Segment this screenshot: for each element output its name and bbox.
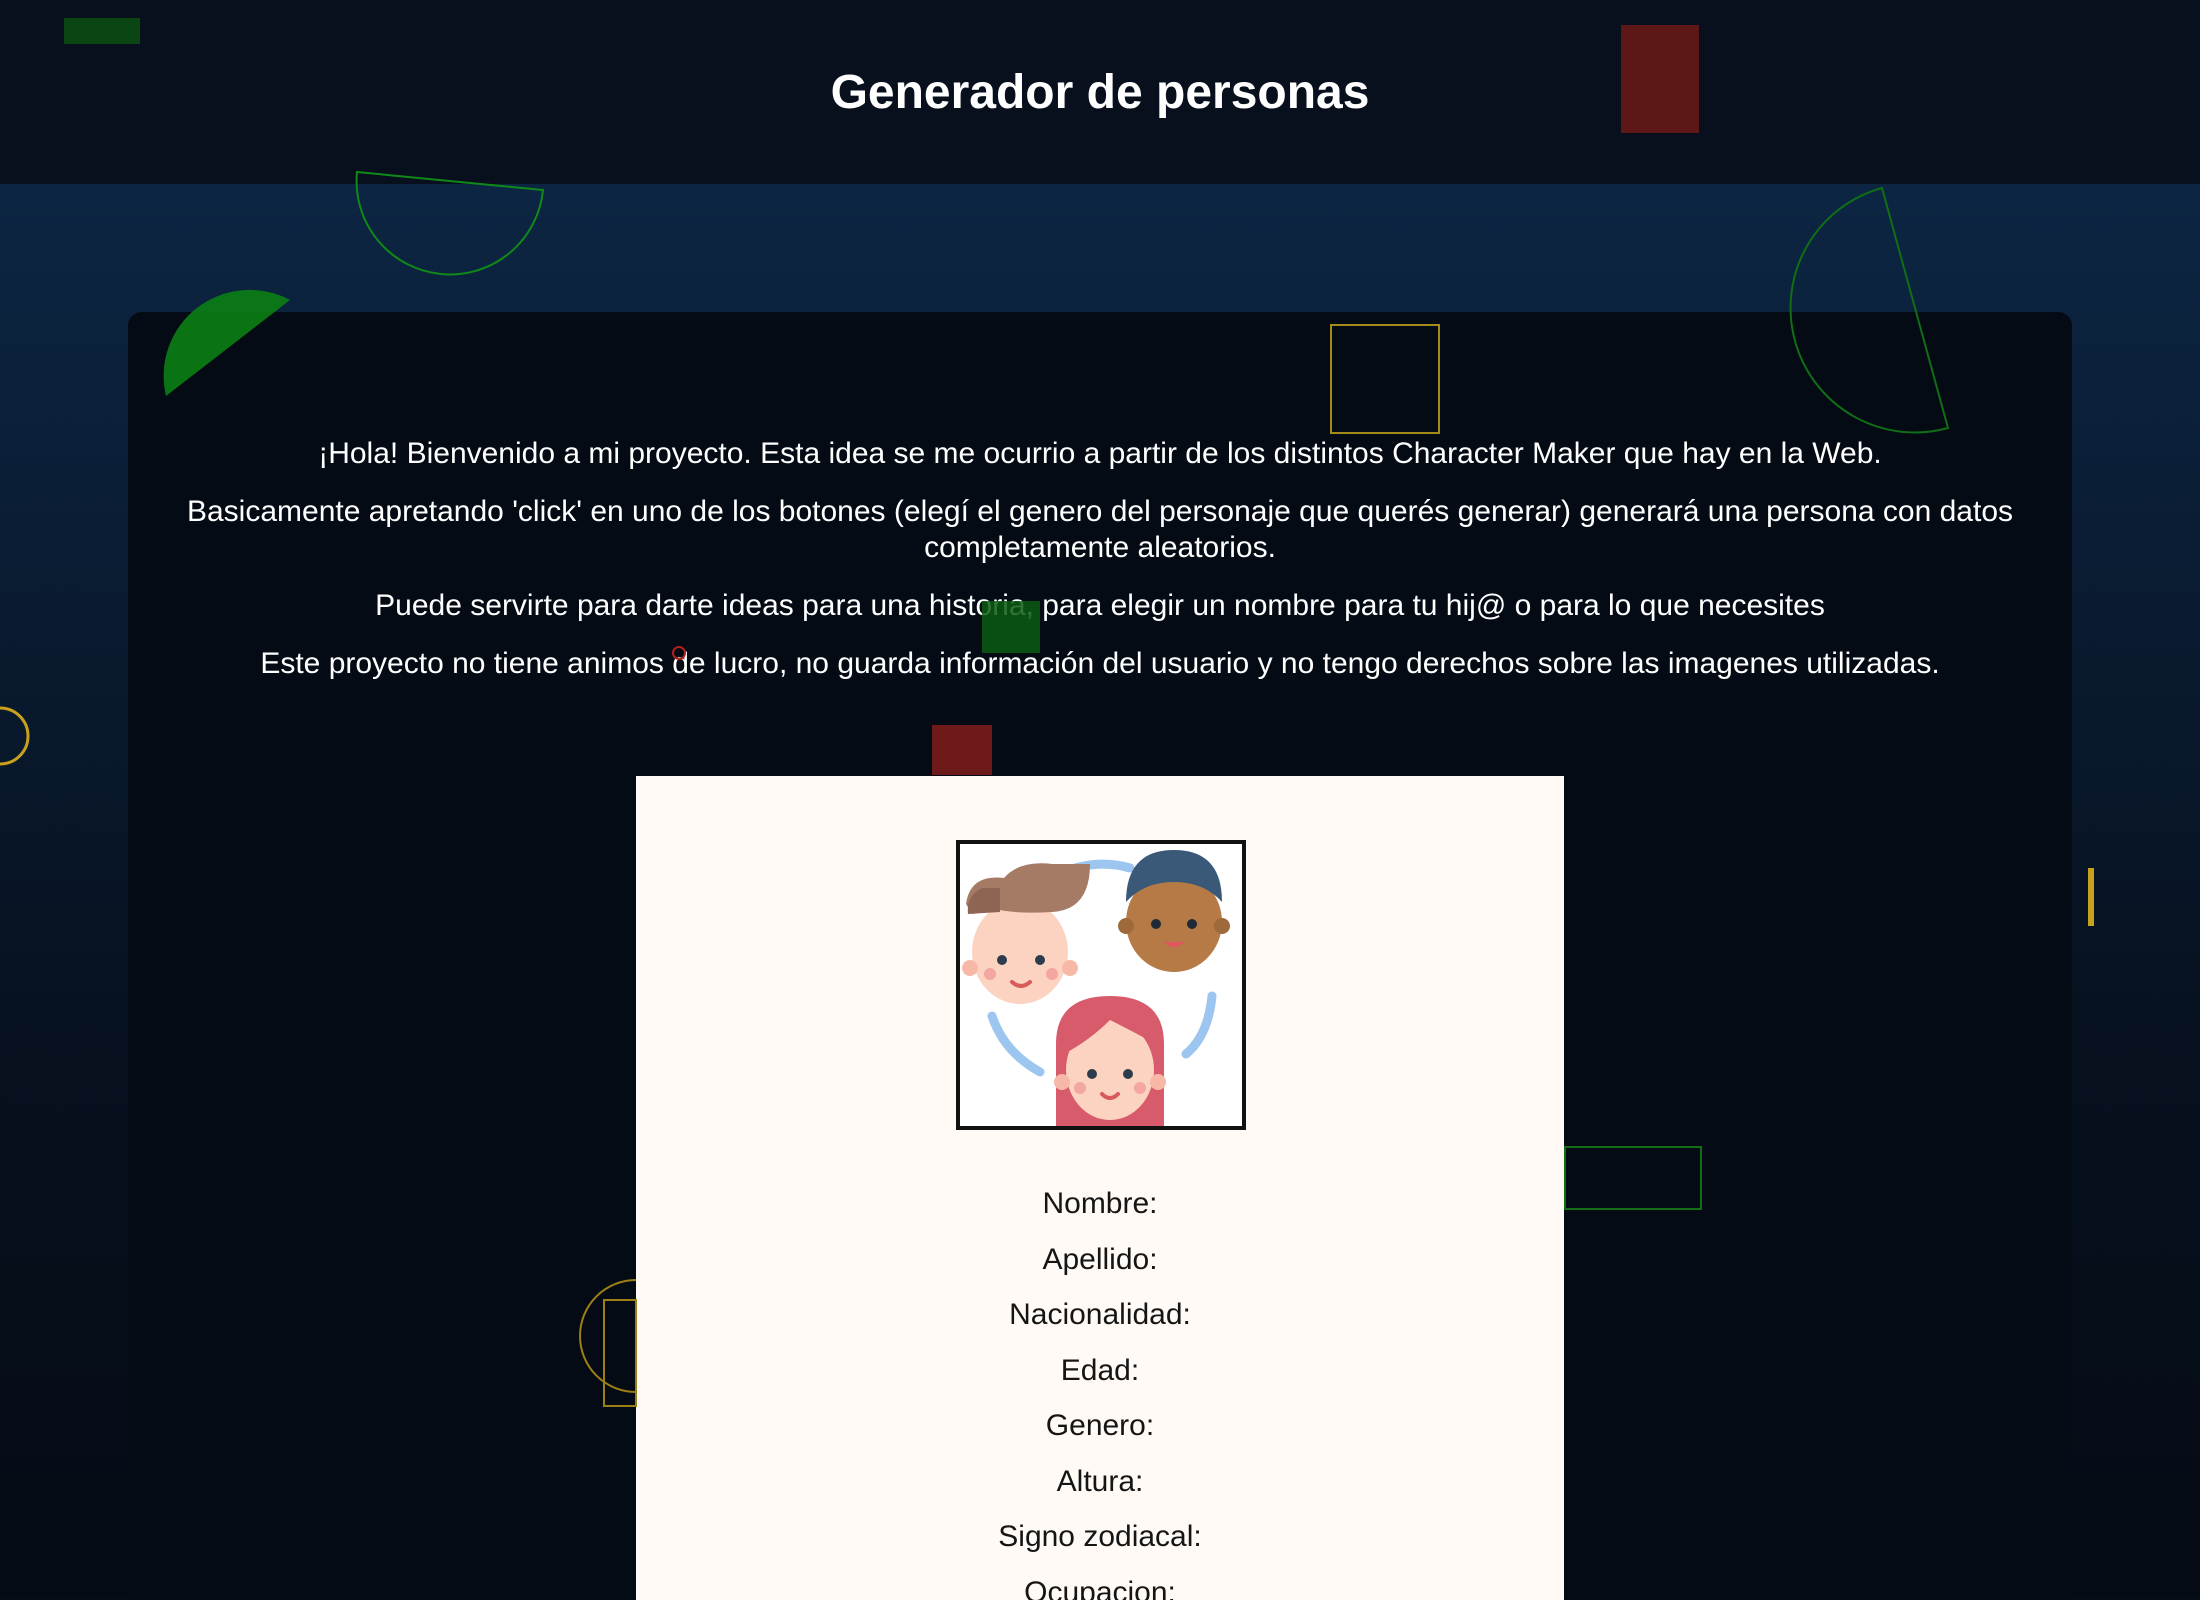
deco-yellow-bar (2088, 868, 2094, 926)
field-nacionalidad: Nacionalidad: (1009, 1298, 1191, 1331)
intro-paragraph: Este proyecto no tiene animos de lucro, … (260, 647, 1940, 680)
person-fields: Nombre: Apellido: Nacionalidad: Edad: Ge… (636, 1176, 1564, 1600)
page-header: Generador de personas (0, 0, 2200, 184)
field-ocupacion: Ocupacion: (1024, 1575, 1176, 1600)
deco-yellow-circle (0, 706, 30, 766)
intro-paragraph: Puede servirte para darte ideas para una… (375, 589, 1825, 622)
deco-green-arc-outline (355, 170, 545, 276)
page-title: Generador de personas (830, 65, 1370, 119)
field-altura: Altura: (1056, 1464, 1144, 1498)
field-genero: Genero: (1045, 1409, 1155, 1442)
person-card: Nombre: Apellido: Nacionalidad: Edad: Ge… (636, 776, 1564, 1600)
intro-text: ¡Hola! Bienvenido a mi proyecto. Esta id… (160, 436, 2040, 704)
intro-paragraph: ¡Hola! Bienvenido a mi proyecto. Esta id… (318, 437, 1882, 470)
three-people-faces-icon (962, 850, 1230, 1126)
field-edad: Edad: (1060, 1353, 1140, 1387)
field-nombre: Nombre: (1042, 1187, 1158, 1220)
intro-paragraph: Basicamente apretando 'click' en uno de … (186, 495, 2013, 564)
field-apellido: Apellido: (1042, 1242, 1158, 1276)
field-signo-zodiacal: Signo zodiacal: (998, 1520, 1202, 1553)
avatar (956, 840, 1246, 1130)
